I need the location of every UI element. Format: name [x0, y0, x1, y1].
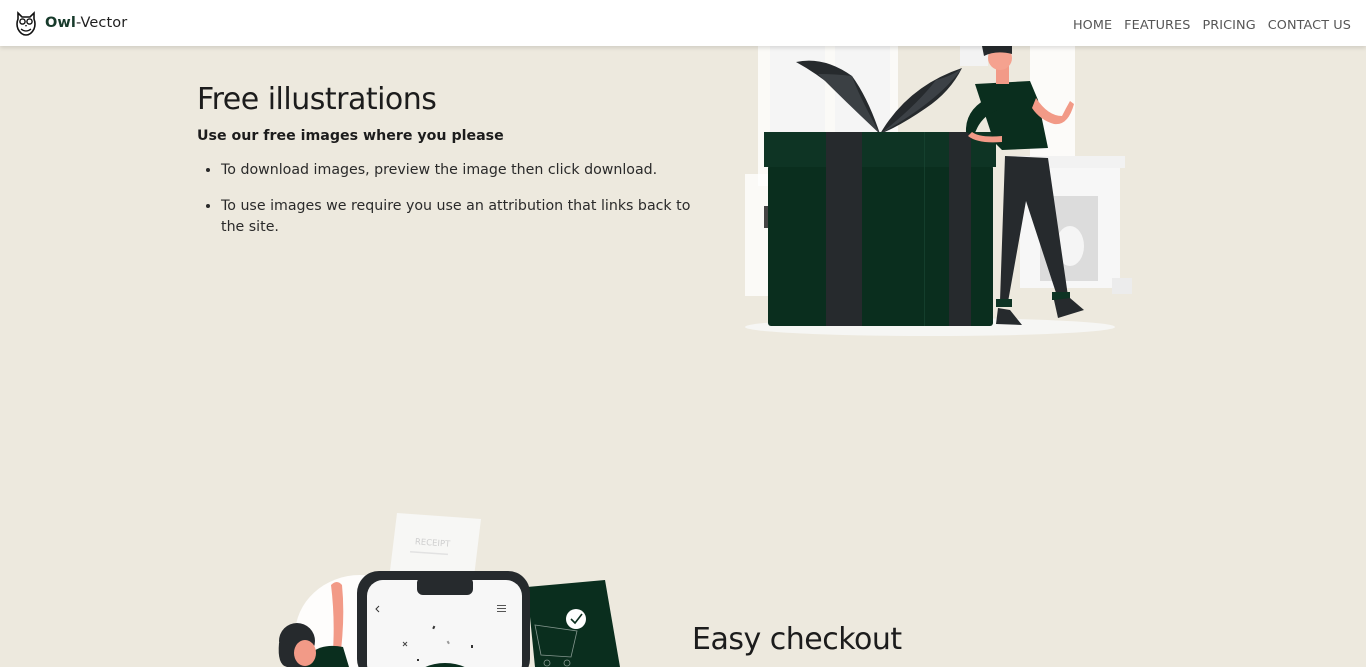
- nav-item-home: HOME: [1073, 14, 1112, 33]
- hero-bullet-attribution: To use images we require you use an attr…: [221, 196, 701, 238]
- nav-item-contact-us: CONTACT US: [1268, 14, 1351, 33]
- nav-item-features: FEATURES: [1124, 14, 1190, 33]
- nav-link-home[interactable]: HOME: [1073, 18, 1112, 33]
- brand-link[interactable]: Owl-Vector: [15, 10, 127, 36]
- nav-link-pricing[interactable]: PRICING: [1202, 18, 1255, 33]
- owl-logo-icon: [16, 11, 36, 36]
- nav-menu: HOME FEATURES PRICING CONTACT US: [1073, 14, 1351, 33]
- phone-checkout-illustration: RECEIPT: [278, 513, 620, 667]
- brand-name-rest: -Vector: [76, 15, 128, 31]
- hero-bullet-list: To download images, preview the image th…: [197, 160, 701, 253]
- hero-bullet-download: To download images, preview the image th…: [221, 160, 701, 181]
- top-navbar: Owl-Vector HOME FEATURES PRICING CONTACT…: [0, 0, 1366, 46]
- nav-link-features[interactable]: FEATURES: [1124, 18, 1190, 33]
- hero-subtitle: Use our free images where you please: [197, 128, 504, 144]
- nav-item-pricing: PRICING: [1202, 14, 1255, 33]
- brand-name: Owl-Vector: [45, 15, 127, 31]
- checkout-title: Easy checkout: [692, 622, 902, 657]
- nav-link-contact-us[interactable]: CONTACT US: [1268, 18, 1351, 33]
- gift-illustration: [745, 46, 1132, 336]
- hero-title: Free illustrations: [197, 82, 437, 117]
- brand-name-bold: Owl: [45, 15, 76, 31]
